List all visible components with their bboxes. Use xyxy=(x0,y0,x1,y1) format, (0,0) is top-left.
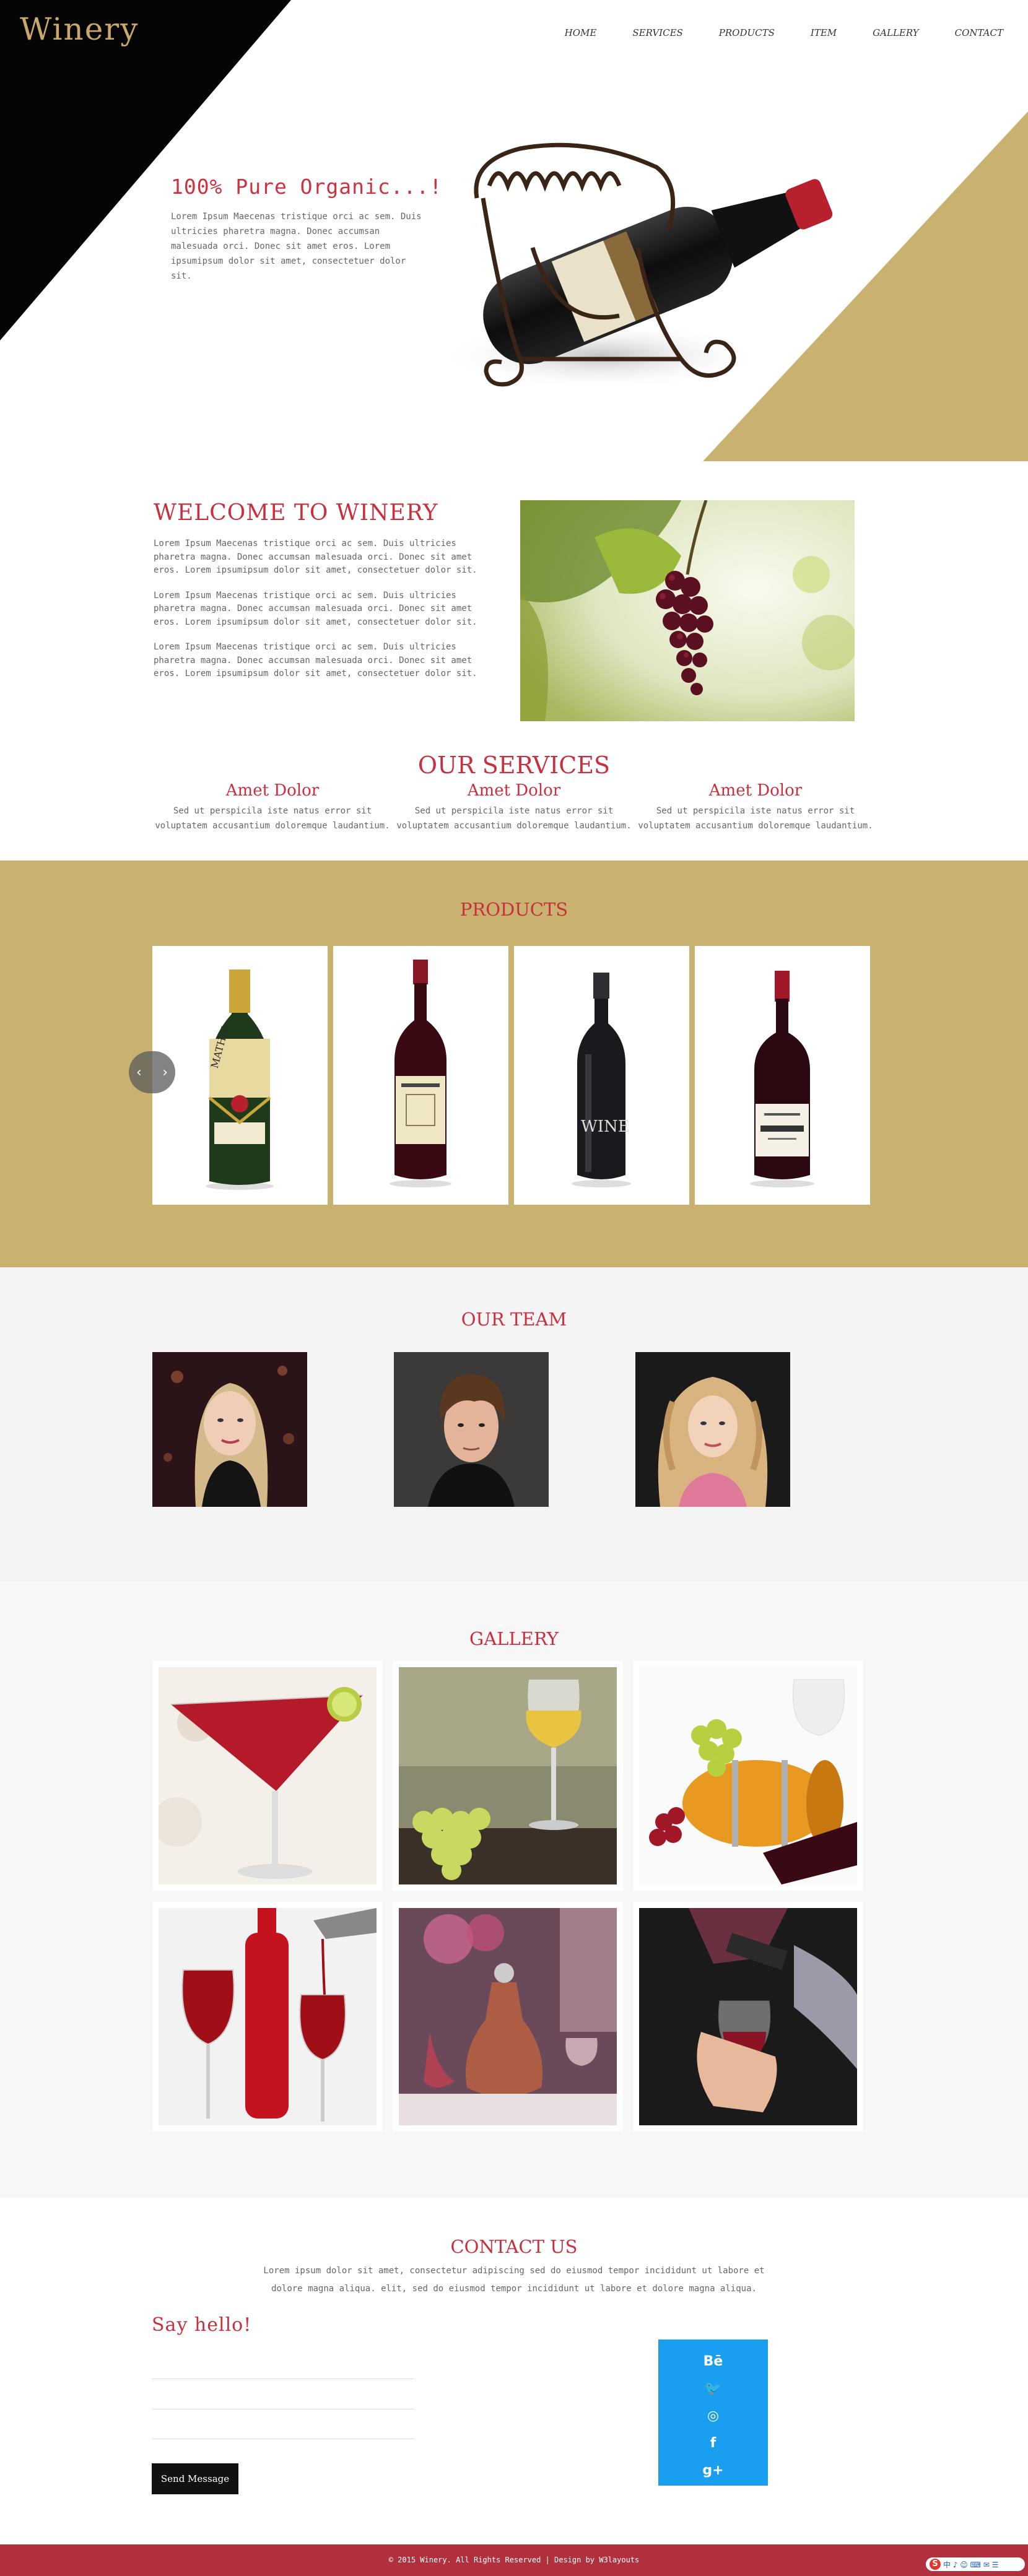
service-text: Sed ut perspicila iste natus error sit v… xyxy=(155,806,390,831)
red-wine-glasses-photo xyxy=(159,1908,377,2125)
contact-title: CONTACT US xyxy=(450,2236,578,2257)
cocktail-glass-photo xyxy=(152,1667,377,1884)
grapes-image xyxy=(520,500,855,721)
gallery-section: GALLERY xyxy=(0,1582,1028,2198)
hero-black-triangle xyxy=(0,0,291,340)
service-item: Amet Dolor Sed ut perspicila iste natus … xyxy=(396,781,632,833)
hero-section: Winery HOME SERVICES PRODUCTS ITEM GALLE… xyxy=(0,0,1028,461)
nav-item[interactable]: ITEM xyxy=(811,27,837,38)
service-title: Amet Dolor xyxy=(225,781,320,800)
service-title: Amet Dolor xyxy=(708,781,803,800)
team-title: OUR TEAM xyxy=(461,1309,567,1330)
gallery-title: GALLERY xyxy=(469,1628,559,1649)
name-field[interactable] xyxy=(152,2354,414,2379)
welcome-paragraph: Lorem Ipsum Maecenas tristique orci ac s… xyxy=(154,539,477,575)
product-card[interactable]: MATHIE xyxy=(152,946,328,1205)
welcome-paragraphs: Lorem Ipsum Maecenas tristique orci ac s… xyxy=(154,537,491,693)
chevron-left-icon[interactable]: ‹ xyxy=(136,1065,142,1080)
wine-bottle-stand-image xyxy=(440,142,833,390)
nav-gallery[interactable]: GALLERY xyxy=(873,27,918,38)
services-title: OUR SERVICES xyxy=(417,752,611,779)
team-member-photo[interactable] xyxy=(394,1352,549,1507)
products-title: PRODUCTS xyxy=(460,899,568,920)
footer: © 2015 Winery. All Rights Reserved | Des… xyxy=(0,2544,1028,2576)
champagne-bottle-image: MATHIE xyxy=(206,969,274,1190)
ime-toolbar[interactable]: S 中 ♪ ☺ ⌨ ✉ ☰ xyxy=(926,2557,1025,2571)
decanter-table-photo xyxy=(399,1908,617,2125)
nav-products[interactable]: PRODUCTS xyxy=(719,27,775,38)
bordeaux-bottle-image xyxy=(750,971,814,1187)
site-logo[interactable]: Winery xyxy=(20,11,139,47)
email-field[interactable] xyxy=(152,2385,414,2409)
facebook-icon[interactable]: f xyxy=(658,2430,768,2457)
service-item: Amet Dolor Sed ut perspicila iste natus … xyxy=(155,781,390,833)
team-section: OUR TEAM xyxy=(0,1267,1028,1582)
footer-copyright: © 2015 Winery. All Rights Reserved | Des… xyxy=(388,2556,640,2564)
carousel-arrows[interactable]: ‹ › xyxy=(129,1051,175,1093)
gallery-item[interactable] xyxy=(633,1661,863,1891)
service-text: Sed ut perspicila iste natus error sit v… xyxy=(638,806,873,831)
hero-text: Lorem Ipsum Maecenas tristique orci ac s… xyxy=(171,212,422,281)
social-links: Bē 🐦 ◎ f g+ xyxy=(658,2340,768,2486)
products-section: PRODUCTS MATHIE WINE ‹ › xyxy=(0,861,1028,1267)
product-card[interactable] xyxy=(695,946,870,1205)
nav-contact[interactable]: CONTACT xyxy=(955,27,1003,38)
behance-icon[interactable]: Bē xyxy=(658,2348,768,2375)
gallery-item[interactable] xyxy=(393,1902,623,2131)
team-member-photo[interactable] xyxy=(635,1352,790,1507)
gallery-item[interactable] xyxy=(152,1902,383,2131)
message-field[interactable] xyxy=(152,2414,414,2439)
welcome-title: WELCOME TO WINERY xyxy=(154,500,438,526)
google-plus-icon[interactable]: g+ xyxy=(658,2457,768,2484)
red-wine-bottle-image xyxy=(390,960,451,1187)
gallery-item[interactable] xyxy=(633,1902,863,2131)
service-item: Amet Dolor Sed ut perspicila iste natus … xyxy=(638,781,873,833)
wine-barrel-photo xyxy=(639,1667,857,1884)
welcome-paragraph: Lorem Ipsum Maecenas tristique orci ac s… xyxy=(154,642,477,679)
product-card[interactable] xyxy=(333,946,508,1205)
gallery-item[interactable] xyxy=(152,1661,383,1891)
service-text: Sed ut perspicila iste natus error sit v… xyxy=(396,806,632,831)
black-wine-bottle-image: WINE xyxy=(572,973,631,1187)
nav-services[interactable]: SERVICES xyxy=(632,27,682,38)
pouring-wine-photo xyxy=(639,1908,857,2125)
chevron-right-icon[interactable]: › xyxy=(162,1065,168,1080)
contact-text: Lorem ipsum dolor sit amet, consectetur … xyxy=(263,2266,765,2294)
product-card[interactable]: WINE xyxy=(514,946,689,1205)
ime-tools[interactable]: 中 ♪ ☺ ⌨ ✉ ☰ xyxy=(943,2559,998,2570)
service-title: Amet Dolor xyxy=(467,781,561,800)
welcome-paragraph: Lorem Ipsum Maecenas tristique orci ac s… xyxy=(154,590,477,627)
product-bottle-label: WINE xyxy=(581,1117,630,1136)
dribbble-icon[interactable]: ◎ xyxy=(658,2403,768,2430)
main-nav: HOME SERVICES PRODUCTS ITEM GALLERY CONT… xyxy=(529,27,1003,38)
sogou-icon[interactable]: S xyxy=(930,2559,941,2570)
say-hello-heading: Say hello! xyxy=(152,2314,252,2336)
nav-home[interactable]: HOME xyxy=(565,27,597,38)
gallery-item[interactable] xyxy=(393,1661,623,1891)
team-member-photo[interactable] xyxy=(152,1352,307,1507)
send-message-button[interactable]: Send Message xyxy=(152,2463,238,2494)
twitter-icon[interactable]: 🐦 xyxy=(658,2375,768,2403)
white-wine-grapes-photo xyxy=(399,1667,617,1884)
hero-title: 100% Pure Organic...! xyxy=(171,175,443,199)
